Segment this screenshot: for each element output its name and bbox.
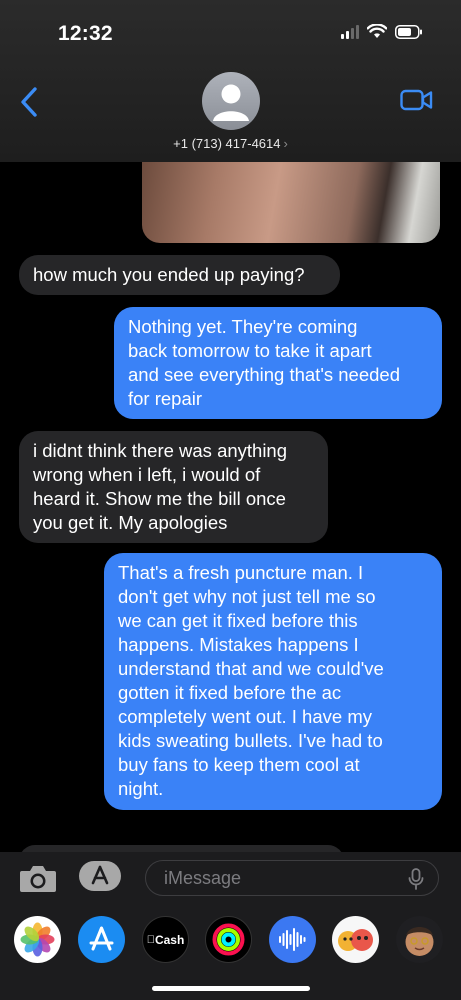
message-incoming[interactable]: i didnt think there was anything wrong w… <box>19 431 328 543</box>
status-icons <box>341 24 423 39</box>
app-activity[interactable] <box>205 916 252 963</box>
battery-icon <box>395 24 422 39</box>
photos-icon <box>20 922 55 957</box>
app-audio-message[interactable] <box>269 916 316 963</box>
message-input[interactable]: iMessage <box>145 860 439 896</box>
app-store-icon <box>91 865 109 885</box>
app-store[interactable] <box>78 916 125 963</box>
app-memoji-stickers[interactable] <box>332 916 379 963</box>
app-store-button[interactable] <box>79 861 121 891</box>
compose-bar: iMessage <box>0 852 461 908</box>
app-memoji[interactable] <box>396 916 443 963</box>
camera-icon[interactable] <box>18 862 58 894</box>
wifi-icon <box>367 24 387 38</box>
cash-icon:  <box>147 934 155 946</box>
chevron-right-icon: › <box>283 136 288 151</box>
memoji-icon <box>405 927 434 956</box>
microphone-icon[interactable] <box>408 868 424 890</box>
video-call-icon[interactable] <box>400 89 433 111</box>
activity-rings-icon <box>212 923 245 956</box>
memoji-icon <box>338 929 373 951</box>
message-incoming[interactable]: how much you ended up paying? <box>19 255 340 295</box>
image-attachment[interactable] <box>142 150 440 243</box>
contact-number-text: +1 (713) 417-4614 <box>173 136 281 151</box>
contact-number[interactable]: +1 (713) 417-4614 › <box>0 136 461 151</box>
contact-avatar[interactable] <box>202 72 260 130</box>
waveform-icon <box>279 928 306 951</box>
conversation-header: 12:32 +1 (713) 417-4614 › <box>0 0 461 162</box>
status-time: 12:32 <box>58 22 113 45</box>
cash-label: Cash <box>150 932 184 947</box>
app-tray: Cash <box>0 908 461 1000</box>
message-outgoing[interactable]: That's a fresh puncture man. I don't get… <box>104 553 442 810</box>
app-photos[interactable] <box>14 916 61 963</box>
app-cash[interactable]: Cash <box>142 916 189 963</box>
person-icon <box>213 84 249 121</box>
message-outgoing[interactable]: Nothing yet. They're coming back tomorro… <box>114 307 442 419</box>
home-indicator[interactable] <box>152 986 310 991</box>
back-chevron-icon[interactable] <box>14 84 44 120</box>
cellular-signal-icon <box>341 24 359 39</box>
app-store-icon <box>89 926 114 951</box>
message-input-placeholder: iMessage <box>164 868 242 888</box>
